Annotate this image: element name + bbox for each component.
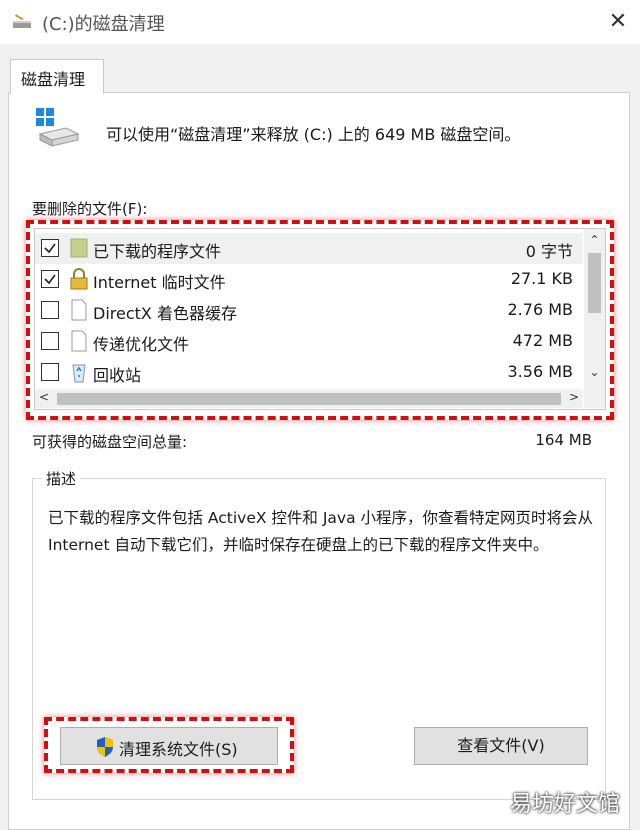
horizontal-scrollbar[interactable]: < > (35, 389, 583, 408)
watermark-text: 易坊好文馆 (509, 792, 620, 817)
vertical-scrollbar[interactable]: ⌃ ⌄ (584, 229, 605, 389)
lock-icon (70, 268, 88, 290)
list-item-delivery-optimization[interactable]: 传递优化文件 472 MB (35, 326, 583, 357)
list-item-recycle-bin[interactable]: 回收站 3.56 MB (35, 357, 583, 388)
clean-system-files-label: 清理系统文件(S) (119, 740, 238, 759)
recycle-bin-icon (72, 364, 86, 383)
close-button[interactable]: ✕ (596, 0, 640, 44)
view-files-button[interactable]: 查看文件(V) (414, 727, 588, 765)
file-name: Internet 临时文件 (93, 273, 226, 292)
document-icon (71, 330, 87, 352)
file-size: 0 字节 (525, 242, 573, 261)
clean-system-files-button[interactable]: 清理系统文件(S) (60, 727, 278, 765)
tab-disk-cleanup[interactable]: 磁盘清理 (10, 59, 104, 94)
disk-cleanup-icon (13, 14, 31, 28)
check-icon (44, 243, 56, 254)
title-bar: (C:)的磁盘清理 ✕ (0, 0, 640, 44)
list-item-downloaded-programs[interactable]: 已下载的程序文件 0 字节 (35, 233, 583, 264)
uac-shield-icon (97, 737, 113, 757)
file-name: 回收站 (93, 366, 142, 385)
drive-icon (36, 108, 80, 147)
document-icon (71, 299, 87, 321)
tab-label: 磁盘清理 (21, 70, 86, 89)
list-item-internet-temp[interactable]: Internet 临时文件 27.1 KB (35, 264, 583, 295)
file-size: 2.76 MB (507, 300, 574, 319)
description-title: 描述 (42, 468, 81, 489)
horizontal-scroll-thumb[interactable] (57, 393, 561, 405)
check-icon (44, 274, 56, 285)
scroll-down-icon[interactable]: ⌄ (584, 365, 605, 379)
description-text: 已下载的程序文件包括 ActiveX 控件和 Java 小程序，你查看特定网页时… (48, 509, 594, 554)
scrollbar-corner (584, 389, 605, 408)
scroll-right-icon[interactable]: > (569, 390, 579, 404)
vertical-scroll-thumb[interactable] (588, 253, 601, 313)
file-size: 472 MB (512, 331, 573, 350)
files-to-delete-label: 要删除的文件(F): (32, 200, 148, 218)
file-name: 传递优化文件 (93, 335, 190, 354)
file-name: 已下载的程序文件 (93, 242, 222, 261)
checkbox-internet-temp[interactable] (41, 270, 59, 288)
intro-text: 可以使用“磁盘清理”来释放 (C:) 上的 649 MB 磁盘空间。 (106, 125, 521, 144)
folder-icon (70, 238, 88, 258)
total-space-label: 可获得的磁盘空间总量: (32, 433, 188, 451)
files-listbox[interactable]: 已下载的程序文件 0 字节 Internet 临时文件 27.1 KB Dire… (34, 228, 606, 410)
file-size: 3.56 MB (507, 362, 574, 381)
checkbox-downloaded-programs[interactable] (41, 239, 59, 257)
list-item-directx-cache[interactable]: DirectX 着色器缓存 2.76 MB (35, 295, 583, 326)
checkbox-delivery-optimization[interactable] (41, 332, 59, 350)
window-title: (C:)的磁盘清理 (42, 14, 165, 35)
total-space-value: 164 MB (535, 431, 592, 449)
checkbox-recycle-bin[interactable] (41, 363, 59, 381)
scroll-up-icon[interactable]: ⌃ (584, 233, 605, 247)
checkbox-directx-cache[interactable] (41, 301, 59, 319)
file-name: DirectX 着色器缓存 (93, 304, 237, 323)
files-list: 已下载的程序文件 0 字节 Internet 临时文件 27.1 KB Dire… (35, 229, 583, 389)
scroll-left-icon[interactable]: < (39, 390, 49, 404)
file-size: 27.1 KB (510, 269, 573, 288)
